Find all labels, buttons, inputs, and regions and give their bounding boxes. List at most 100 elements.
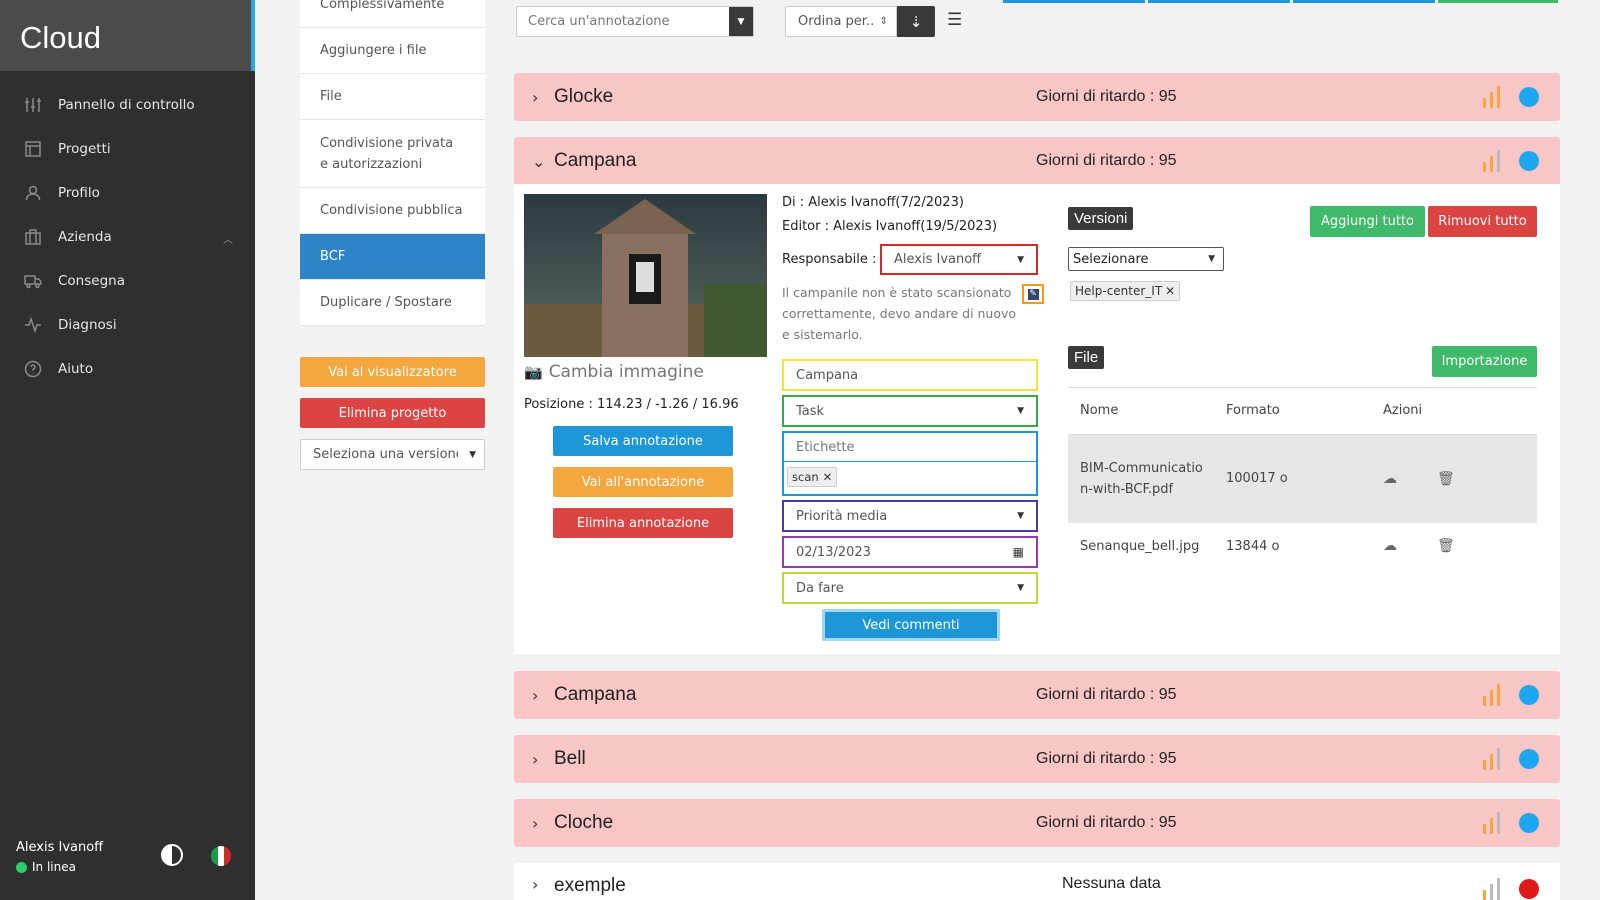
annotation-row[interactable]: › Cloche Giorni di ritardo : 95 — [514, 799, 1560, 847]
status-dot-icon — [1519, 749, 1539, 769]
annotation-title: Bell — [554, 748, 586, 769]
annotation-delay: Giorni di ritardo : 95 — [1036, 88, 1177, 105]
annotation-row[interactable]: › Glocke Giorni di ritardo : 95 — [514, 73, 1560, 121]
priority-bars-icon — [1483, 86, 1500, 108]
priority-bars-icon — [1483, 684, 1500, 706]
import-button[interactable]: Importazione — [1432, 346, 1537, 377]
trash-icon[interactable]: 🗑 — [1437, 538, 1455, 554]
submenu-item-private-sharing[interactable]: Condivisione privata e autorizzazioni — [300, 120, 485, 188]
chevron-down-icon: ⌄ — [532, 151, 546, 171]
annotation-detail-panel: 📷 Cambia immagine Posizione : 114.23 / -… — [514, 184, 1560, 654]
title-input[interactable] — [782, 359, 1038, 391]
submenu-label: Complessivamente — [320, 0, 445, 12]
annotation-delay: Giorni di ritardo : 95 — [1036, 814, 1177, 831]
tags-input[interactable] — [784, 433, 1036, 462]
submenu-label: Aggiungere i file — [320, 43, 427, 58]
annotation-row[interactable]: ⌄ Campana Giorni di ritardo : 95 — [514, 137, 1560, 185]
submenu-label: Condivisione privata e autorizzazioni — [320, 135, 454, 172]
annotation-delay: Giorni di ritardo : 95 — [1036, 686, 1177, 703]
annotation-image — [524, 194, 767, 357]
sort-select[interactable]: Ordina per.. ⇕ — [785, 6, 897, 37]
chevron-down-icon[interactable]: ▼ — [729, 7, 753, 36]
version-select[interactable]: Seleziona una versione ▼ — [300, 439, 485, 470]
sidebar-item-profile[interactable]: Profilo — [0, 171, 255, 215]
sidebar: Cloud Pannello di controllo Progetti Pro… — [0, 0, 255, 900]
help-icon — [24, 360, 42, 378]
goto-annotation-button[interactable]: Vai all'annotazione — [553, 467, 733, 497]
close-icon[interactable]: ✕ — [823, 470, 833, 484]
sidebar-item-projects[interactable]: Progetti — [0, 127, 255, 171]
cloud-download-icon[interactable]: ☁ — [1383, 538, 1397, 554]
cloud-download-icon[interactable]: ☁ — [1383, 471, 1397, 487]
italian-flag-icon[interactable] — [211, 846, 231, 866]
status-dot-icon — [1519, 87, 1539, 107]
sidebar-nav: Pannello di controllo Progetti Profilo A… — [0, 71, 255, 391]
annotation-title: Glocke — [554, 86, 614, 107]
submenu-label: Duplicare / Spostare — [320, 295, 452, 310]
sidebar-item-help[interactable]: Aiuto — [0, 347, 255, 391]
annotation-title: Campana — [554, 150, 637, 171]
camera-icon: 📷 — [524, 363, 543, 381]
edit-description-button[interactable]: ✎ — [1022, 284, 1044, 304]
submenu-item-public-sharing[interactable]: Condivisione pubblica — [300, 188, 485, 234]
version-selector[interactable]: Selezionare ▼ — [1068, 247, 1224, 271]
search-input[interactable] — [517, 7, 729, 36]
submenu-item-bcf[interactable]: BCF — [300, 234, 485, 280]
annotation-row[interactable]: › Bell Giorni di ritardo : 95 — [514, 735, 1560, 783]
submenu-item-files[interactable]: File — [300, 74, 485, 120]
tags-field[interactable]: scan ✕ — [782, 431, 1038, 496]
priority-select[interactable]: Priorità media ▼ — [782, 500, 1038, 532]
status-dot-icon — [1519, 879, 1539, 899]
file-size: 13844 o — [1226, 538, 1280, 554]
viewer-button[interactable]: Vai al visualizzatore — [300, 357, 485, 387]
annotation-delay: Giorni di ritardo : 95 — [1036, 750, 1177, 767]
type-select[interactable]: Task ▼ — [782, 395, 1038, 427]
contrast-toggle-icon[interactable] — [161, 844, 183, 866]
add-all-button[interactable]: Aggiungi tutto — [1310, 206, 1425, 237]
sidebar-item-label: Consegna — [58, 273, 125, 289]
annotation-row[interactable]: › exemple Nessuna data — [514, 863, 1560, 900]
calendar-icon[interactable]: ▦ — [1013, 545, 1024, 559]
change-image-link[interactable]: 📷 Cambia immagine — [524, 362, 704, 382]
chevron-up-icon: ︿ — [223, 235, 233, 246]
priority-bars-icon — [1483, 812, 1500, 834]
delete-annotation-button[interactable]: Elimina annotazione — [553, 508, 733, 538]
remove-all-button[interactable]: Rimuovi tutto — [1428, 206, 1537, 237]
sidebar-item-label: Azienda — [58, 229, 112, 245]
top-tab-bar — [1148, 0, 1290, 3]
trash-icon[interactable]: 🗑 — [1437, 471, 1455, 487]
version-select-value: Seleziona una versione — [313, 447, 458, 462]
sort-direction-icon[interactable]: ⇣ — [897, 6, 935, 37]
due-date-input[interactable]: 02/13/2023 ▦ — [782, 536, 1038, 568]
annotation-delay: Nessuna data — [1062, 875, 1161, 892]
assignee-select[interactable]: Alexis Ivanoff ▼ — [880, 244, 1038, 275]
sidebar-item-delivery[interactable]: Consegna — [0, 259, 255, 303]
chevron-right-icon: › — [532, 87, 539, 107]
submenu-label: BCF — [320, 249, 346, 264]
annotation-row[interactable]: › Campana Giorni di ritardo : 95 — [514, 671, 1560, 719]
close-icon[interactable]: ✕ — [1165, 284, 1175, 298]
file-name: BIM-Communication-with-BCF.pdf — [1080, 460, 1203, 497]
versions-heading: Versioni — [1068, 207, 1134, 230]
search-box[interactable]: ▼ — [516, 6, 754, 37]
sidebar-item-dashboard[interactable]: Pannello di controllo — [0, 83, 255, 127]
sidebar-item-label: Pannello di controllo — [58, 97, 195, 113]
brand-logo: Cloud — [0, 0, 255, 71]
delete-project-button[interactable]: Elimina progetto — [300, 398, 485, 428]
submenu-item-overview[interactable]: Complessivamente — [300, 0, 485, 28]
save-annotation-button[interactable]: Salva annotazione — [553, 426, 733, 456]
filter-lines-icon[interactable]: ☰ — [947, 10, 967, 30]
submenu-item-add-files[interactable]: Aggiungere i file — [300, 28, 485, 74]
annotation-title: Cloche — [554, 812, 614, 833]
tag-label: scan — [792, 470, 819, 484]
sidebar-item-label: Profilo — [58, 185, 100, 201]
sidebar-item-diagnosis[interactable]: Diagnosi — [0, 303, 255, 347]
view-comments-button[interactable]: Vedi commenti — [822, 609, 1000, 641]
status-select[interactable]: Da fare ▼ — [782, 572, 1038, 604]
file-size: 100017 o — [1226, 471, 1288, 487]
submenu-item-duplicate[interactable]: Duplicare / Spostare — [300, 280, 485, 326]
position-readout: Posizione : 114.23 / -1.26 / 16.96 — [524, 397, 739, 412]
chevron-down-icon: ▼ — [1017, 406, 1024, 416]
sidebar-item-company[interactable]: Azienda ︿ — [0, 215, 255, 259]
user-status-label: In linea — [32, 860, 76, 874]
